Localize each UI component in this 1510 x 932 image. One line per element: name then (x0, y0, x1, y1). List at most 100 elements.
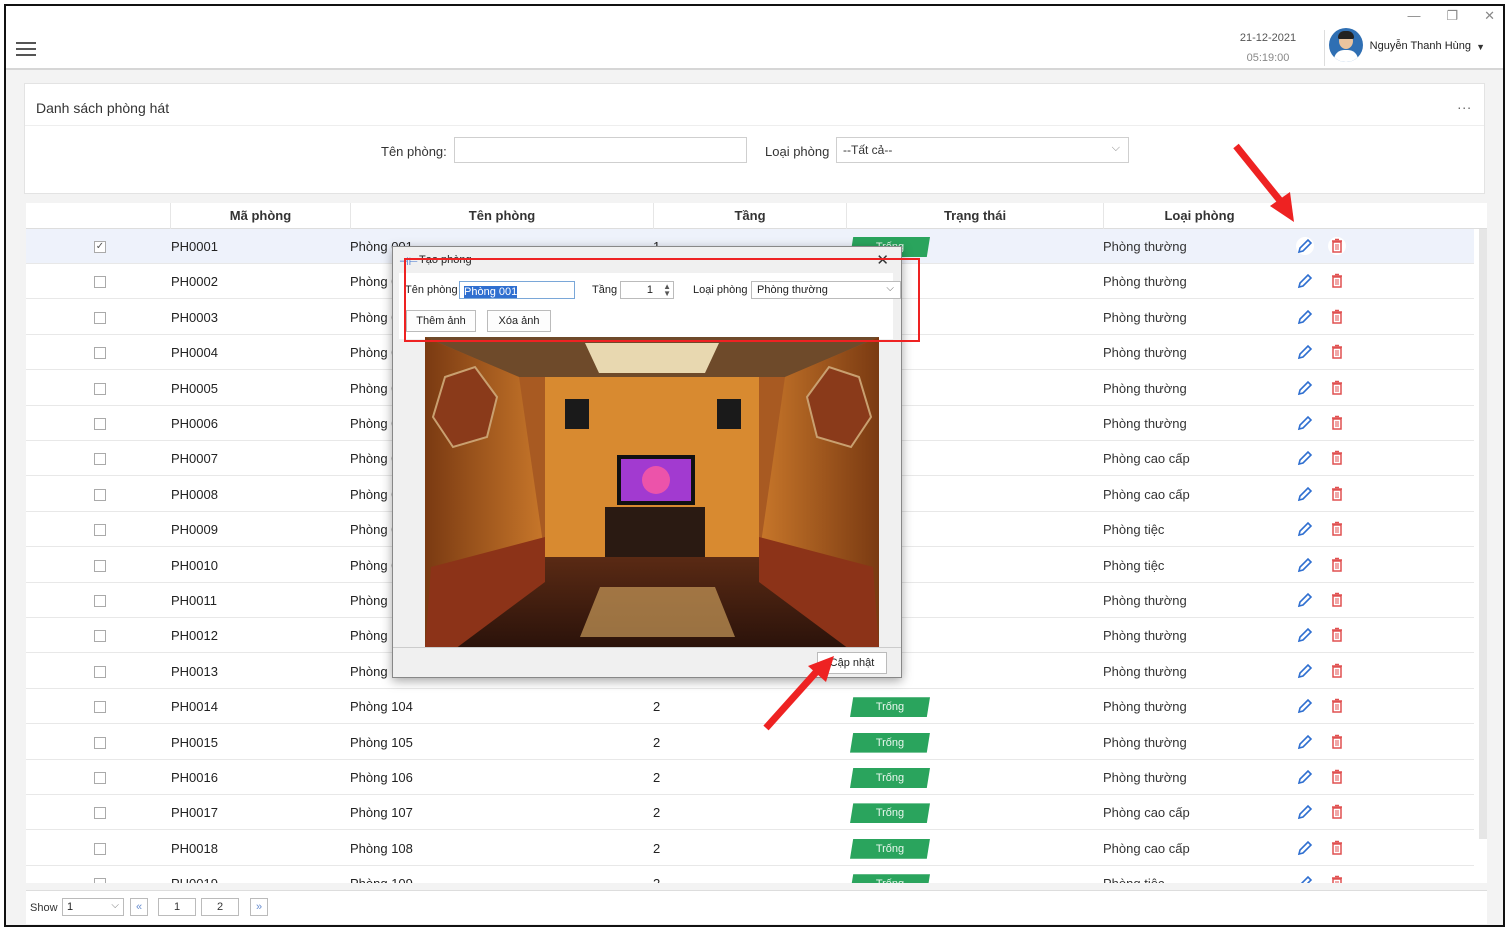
minimize-icon[interactable]: — (1407, 8, 1420, 24)
row-checkbox[interactable] (94, 772, 106, 784)
column-header-status[interactable]: Trạng thái (846, 203, 1103, 229)
table-row[interactable]: PH0017 Phòng 107 2 Trống Phòng cao cấp (26, 795, 1474, 831)
edit-icon[interactable] (1296, 308, 1314, 326)
delete-icon[interactable] (1328, 591, 1346, 609)
cell-type: Phòng thường (1103, 770, 1187, 785)
row-checkbox[interactable] (94, 665, 106, 678)
page-size-select[interactable]: 1 ⌵ (62, 898, 124, 916)
delete-icon[interactable] (1328, 379, 1346, 397)
row-checkbox[interactable] (94, 524, 106, 537)
row-checkbox[interactable] (94, 453, 106, 466)
delete-icon[interactable] (1328, 414, 1346, 432)
cell-type: Phòng thường (1103, 416, 1187, 431)
page-title: Danh sách phòng hát (36, 100, 170, 116)
table-row[interactable]: PH0016 Phòng 106 2 Trống Phòng thường (26, 760, 1474, 795)
cell-name: Phòng 108 (350, 840, 413, 856)
delete-icon[interactable] (1328, 733, 1346, 751)
delete-icon[interactable] (1328, 839, 1346, 857)
delete-icon[interactable] (1328, 556, 1346, 574)
more-icon[interactable]: ... (1457, 96, 1472, 112)
edit-icon[interactable] (1296, 379, 1314, 397)
delete-icon[interactable] (1328, 308, 1346, 326)
edit-icon[interactable] (1296, 874, 1314, 883)
column-header-name[interactable]: Tên phòng (350, 203, 653, 229)
menu-icon[interactable] (16, 42, 36, 56)
edit-icon[interactable] (1296, 556, 1314, 574)
prev-page-button[interactable]: « (130, 898, 148, 916)
table-row[interactable]: PH0019 Phòng 109 2 Trống Phòng tiệc (26, 866, 1474, 883)
current-time: 05:19:00 (1246, 52, 1290, 64)
close-window-icon[interactable]: ✕ (1484, 8, 1495, 24)
edit-icon[interactable] (1296, 591, 1314, 609)
cell-code: PH0019 (171, 876, 218, 883)
avatar[interactable] (1329, 28, 1363, 62)
row-checkbox[interactable]: ✓ (94, 241, 106, 253)
delete-icon[interactable] (1328, 626, 1346, 644)
edit-icon[interactable] (1296, 803, 1314, 821)
row-checkbox[interactable] (94, 311, 106, 324)
row-checkbox[interactable] (94, 488, 106, 501)
row-checkbox[interactable] (94, 842, 106, 855)
top-bar: — ❐ ✕ 21-12-2021 05:19:00 Nguyễn Thanh H… (6, 6, 1503, 70)
edit-icon[interactable] (1296, 626, 1314, 644)
cell-type: Phòng thường (1103, 239, 1187, 254)
row-checkbox[interactable] (94, 595, 106, 607)
edit-icon[interactable] (1296, 237, 1314, 255)
edit-icon[interactable] (1296, 697, 1314, 715)
column-header-floor[interactable]: Tầng (653, 203, 846, 229)
edit-icon[interactable] (1296, 485, 1314, 503)
row-checkbox[interactable] (94, 878, 106, 883)
edit-icon[interactable] (1296, 520, 1314, 538)
cell-type: Phòng thường (1103, 380, 1187, 396)
delete-icon[interactable] (1328, 803, 1346, 821)
edit-icon[interactable] (1296, 662, 1314, 680)
edit-icon[interactable] (1296, 343, 1314, 361)
caret-down-icon[interactable]: ▼ (1476, 42, 1485, 52)
row-checkbox[interactable] (94, 559, 106, 572)
delete-icon[interactable] (1328, 697, 1346, 715)
delete-icon[interactable] (1328, 768, 1346, 786)
table-row[interactable]: PH0018 Phòng 108 2 Trống Phòng cao cấp (26, 831, 1474, 866)
cell-code: PH0006 (171, 416, 218, 431)
delete-icon[interactable] (1328, 520, 1346, 538)
cell-type: Phòng cao cấp (1103, 486, 1190, 502)
cell-type: Phòng tiệc (1103, 557, 1165, 573)
row-checkbox[interactable] (94, 701, 106, 714)
edit-icon[interactable] (1296, 449, 1314, 467)
user-name[interactable]: Nguyễn Thanh Hùng (1370, 40, 1471, 52)
row-checkbox[interactable] (94, 276, 106, 289)
cell-code: PH0008 (171, 486, 218, 502)
chevron-down-icon: ⌵ (111, 900, 119, 911)
column-header-code[interactable]: Mã phòng (170, 203, 350, 229)
delete-icon[interactable] (1328, 874, 1346, 883)
delete-icon[interactable] (1328, 449, 1346, 467)
edit-icon[interactable] (1296, 839, 1314, 857)
page-button-2[interactable]: 2 (201, 898, 239, 916)
delete-icon[interactable] (1328, 662, 1346, 680)
row-checkbox[interactable] (94, 630, 106, 643)
room-name-search-input[interactable] (454, 137, 747, 163)
table-row[interactable]: PH0014 Phòng 104 2 Trống Phòng thường (26, 689, 1474, 725)
cell-code: PH0007 (171, 451, 218, 467)
vertical-scrollbar[interactable] (1479, 229, 1487, 839)
delete-icon[interactable] (1328, 343, 1346, 361)
next-page-button[interactable]: » (250, 898, 268, 916)
edit-icon[interactable] (1296, 414, 1314, 432)
delete-icon[interactable] (1328, 237, 1346, 255)
row-checkbox[interactable] (94, 736, 106, 749)
page-button-1[interactable]: 1 (158, 898, 196, 916)
row-checkbox[interactable] (94, 807, 106, 820)
delete-icon[interactable] (1328, 272, 1346, 290)
delete-icon[interactable] (1328, 485, 1346, 503)
table-row[interactable]: PH0015 Phòng 105 2 Trống Phòng thường (26, 725, 1474, 760)
row-checkbox[interactable] (94, 382, 106, 395)
room-type-select[interactable]: --Tất cả-- ⌵ (836, 137, 1129, 163)
edit-icon[interactable] (1296, 768, 1314, 786)
restore-icon[interactable]: ❐ (1446, 8, 1458, 24)
divider (1324, 30, 1325, 66)
row-checkbox[interactable] (94, 418, 106, 430)
row-checkbox[interactable] (94, 347, 106, 360)
cell-code: PH0012 (171, 628, 218, 644)
edit-icon[interactable] (1296, 733, 1314, 751)
edit-icon[interactable] (1296, 272, 1314, 290)
